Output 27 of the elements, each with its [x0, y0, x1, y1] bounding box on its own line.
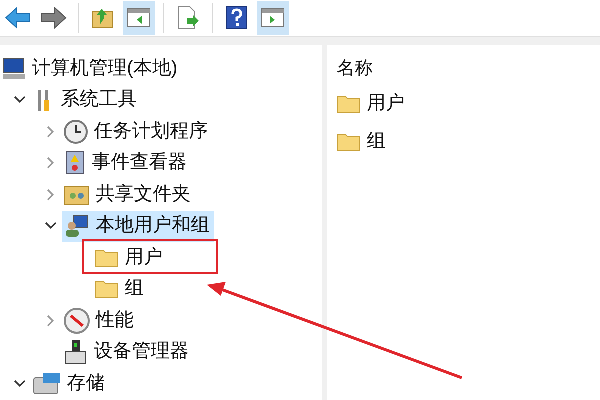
folder-icon — [95, 248, 119, 268]
folder-icon — [95, 279, 119, 300]
tree-item[interactable]: 任务计划程序 — [62, 116, 212, 148]
column-header[interactable]: 名称 — [337, 55, 600, 81]
folder-icon — [337, 132, 361, 152]
tree-item[interactable]: 性能 — [62, 305, 138, 336]
folder-icon — [337, 94, 361, 114]
tree-item[interactable]: 设备管理器 — [62, 336, 193, 368]
clock-icon — [64, 120, 88, 144]
tree-item[interactable]: 共享文件夹 — [62, 179, 195, 210]
device-icon — [64, 339, 88, 366]
tree-item[interactable]: 事件查看器 — [62, 148, 191, 179]
gauge-icon — [64, 308, 90, 334]
list-item[interactable]: 组 — [337, 127, 600, 157]
tree-item[interactable]: 计算机管理(本地) — [0, 53, 182, 84]
tree-item[interactable]: 用户 — [93, 242, 167, 274]
tree-item[interactable]: 存储 — [31, 368, 109, 400]
users-icon — [64, 214, 90, 238]
drive-icon — [33, 372, 61, 396]
tree-item[interactable]: 本地用户和组 — [62, 210, 214, 242]
tree-item[interactable]: 系统工具 — [31, 84, 141, 116]
pane-icon[interactable] — [123, 1, 155, 35]
pane-icon[interactable] — [257, 1, 289, 35]
log-icon — [64, 151, 86, 176]
list-item[interactable]: 用户 — [337, 89, 600, 119]
computer-icon — [2, 58, 26, 80]
tree-item[interactable]: 组 — [93, 274, 148, 305]
